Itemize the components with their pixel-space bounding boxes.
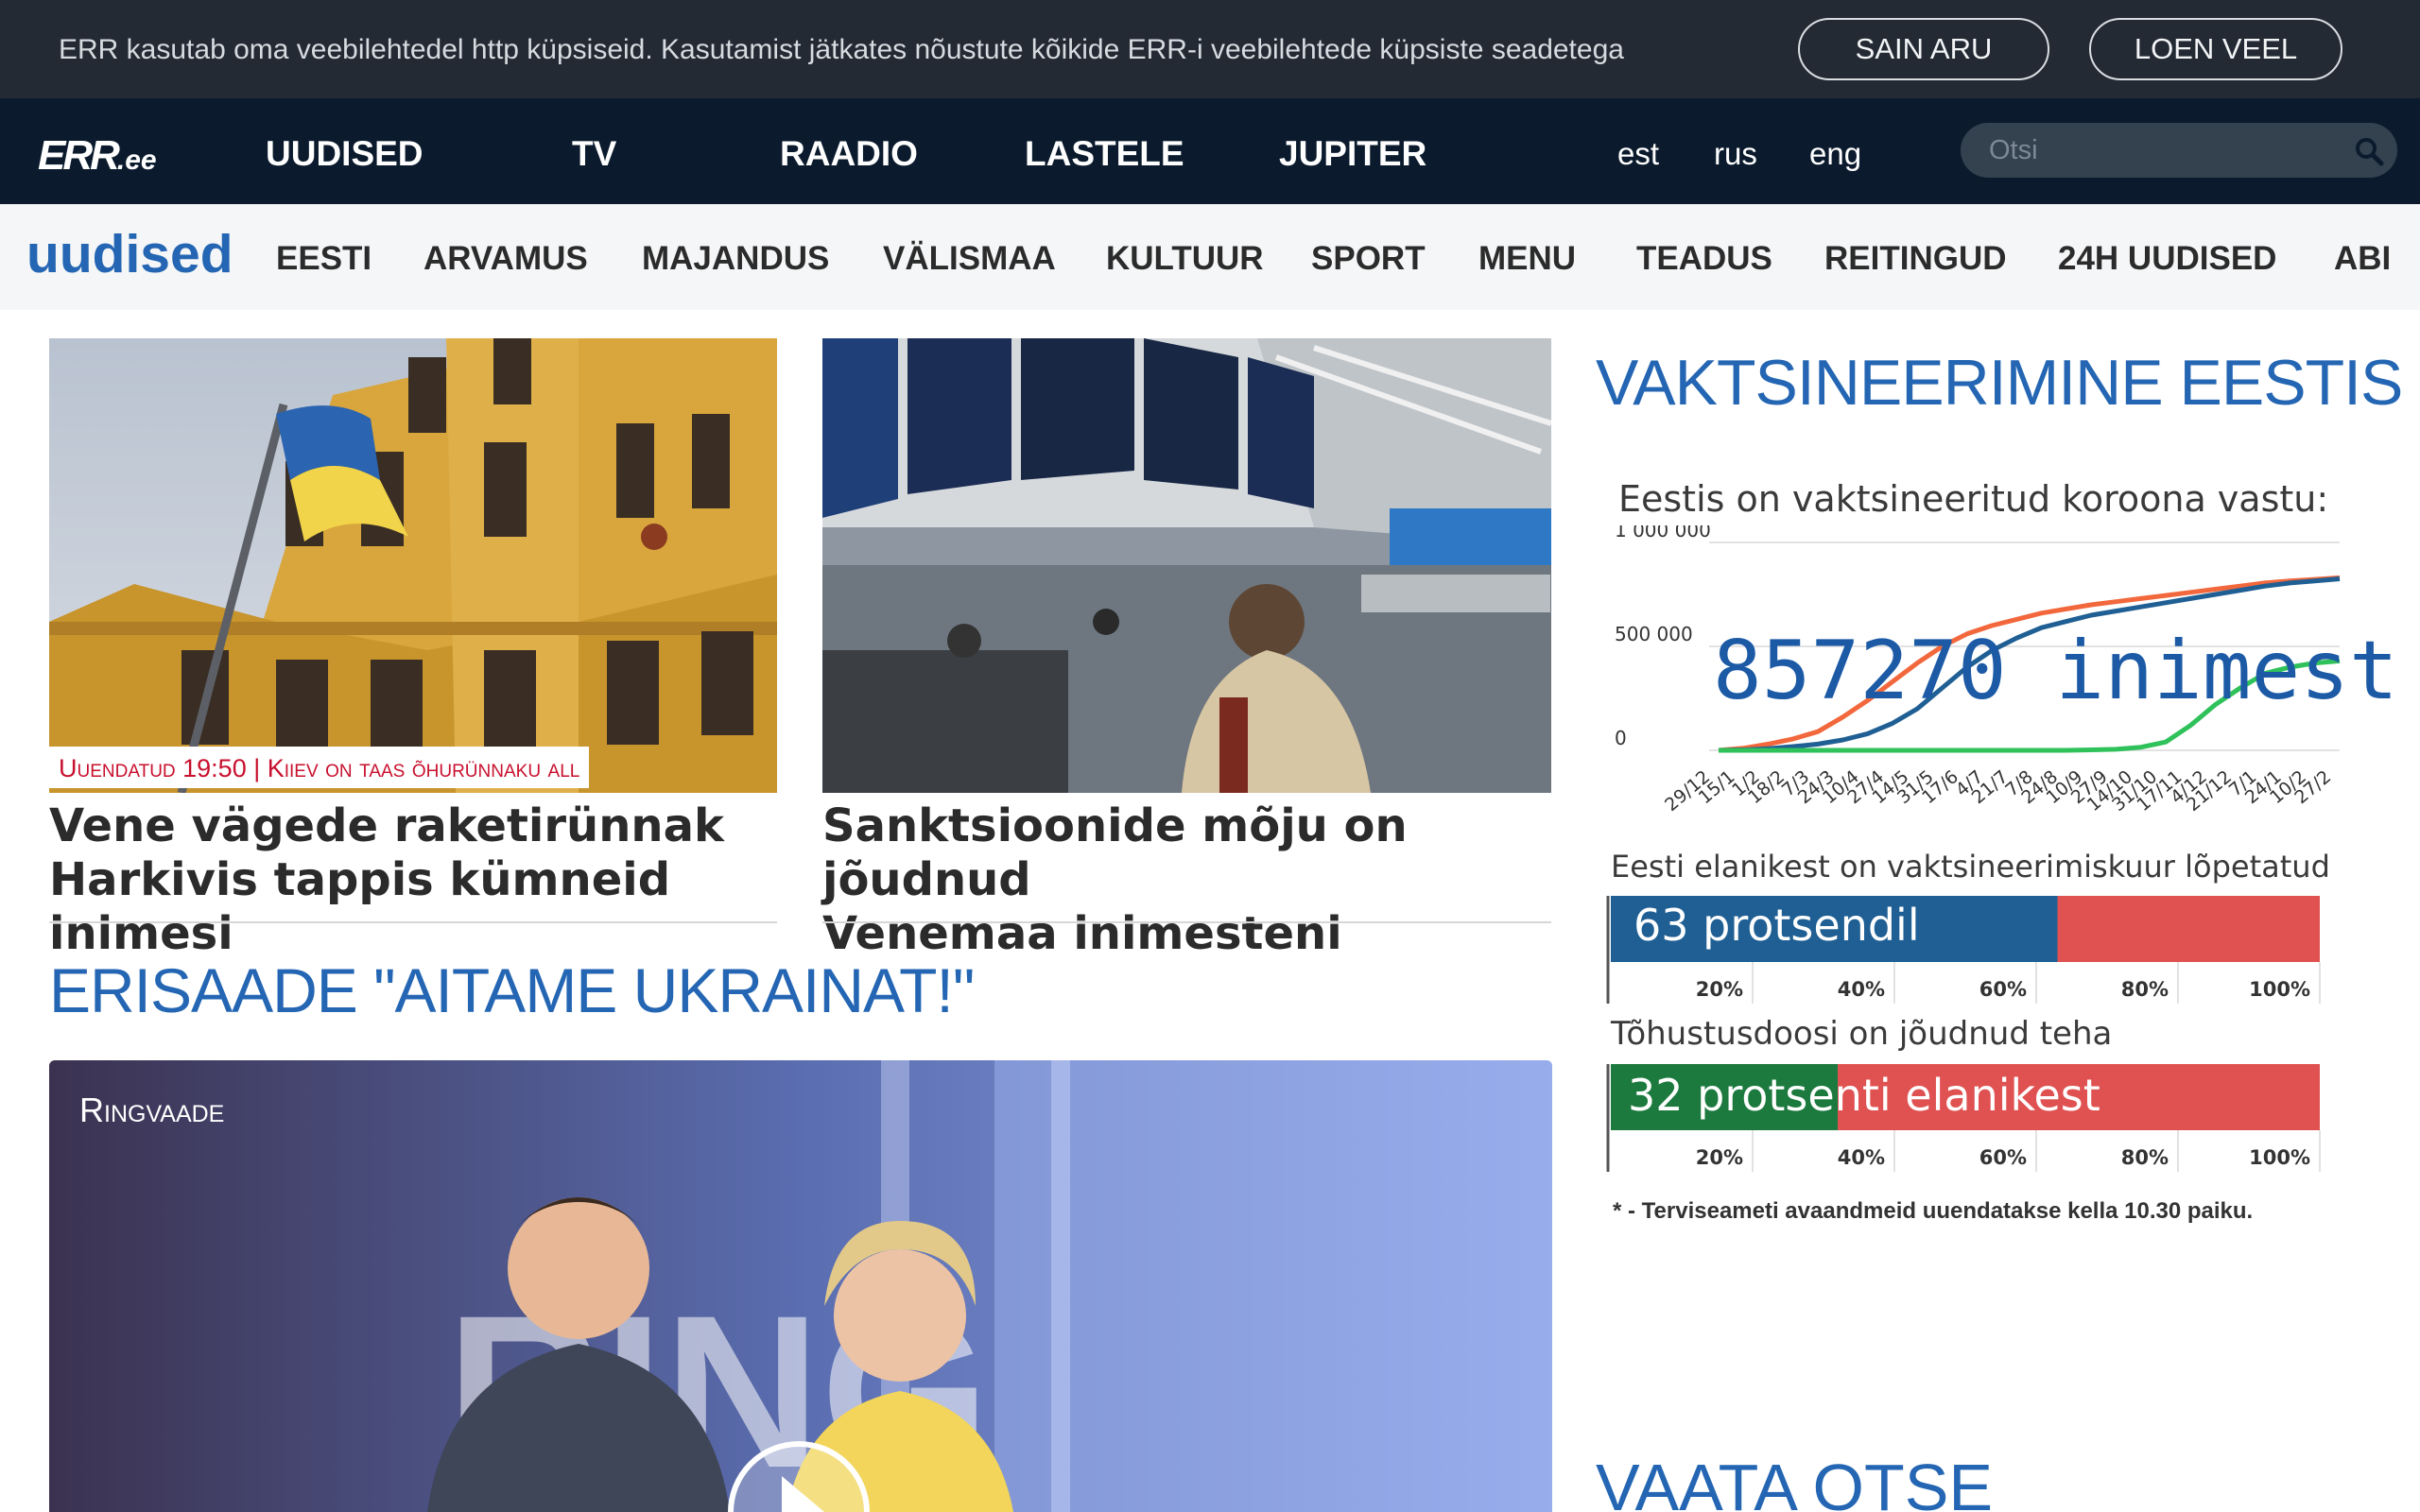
section-item-sport[interactable]: SPORT: [1311, 240, 1426, 278]
search-input[interactable]: [1989, 132, 2329, 168]
bar-tick-label: 60%: [1979, 978, 2027, 1001]
vaccination-subtitle: Eestis on vaktsineeritud koroona vastu:: [1618, 478, 2329, 520]
video-player-ringvaade[interactable]: RING Ringvaade: [49, 1060, 1552, 1512]
main-navigation: ERR.ee UUDISED TV RAADIO LASTELE JUPITER…: [0, 98, 2420, 204]
cookie-message: ERR kasutab oma veebilehtedel http küpsi…: [59, 34, 1624, 65]
headline-line-1: Sanktsioonide mõju on jõudnud: [822, 799, 1408, 906]
vaccinated-total: 857270 inimest: [1713, 624, 2398, 718]
bar-tick-label: 40%: [1838, 1146, 1885, 1169]
section-item-valismaa[interactable]: VÄLISMAA: [883, 240, 1056, 278]
special-section-title[interactable]: ERISAADE "AITAME UKRAINAT!": [49, 954, 975, 1026]
vaccination-title: VAKTSINEERIMINE EESTIS: [1596, 347, 2403, 419]
section-navigation: uudised EESTI ARVAMUS MAJANDUS VÄLISMAA …: [0, 204, 2420, 310]
err-logo[interactable]: ERR.ee: [38, 132, 157, 180]
nav-item-raadio[interactable]: RAADIO: [780, 134, 918, 174]
section-item-majandus[interactable]: MAJANDUS: [642, 240, 829, 278]
cookie-read-more-button[interactable]: LOEN VEEL: [2089, 18, 2342, 80]
completed-bar-text: 63 protsendil: [1634, 900, 1920, 951]
completed-label: Eesti elanikest on vaktsineerimiskuur lõ…: [1611, 849, 2330, 885]
article-update-tag: Uuendatud 19:50 | Kiiev on taas õhurünna…: [49, 747, 590, 788]
bar-tick-label: 20%: [1696, 978, 1743, 1001]
nav-item-lastele[interactable]: LASTELE: [1025, 134, 1184, 174]
search-icon[interactable]: [2354, 136, 2384, 166]
live-section-title[interactable]: VAATA OTSE: [1596, 1450, 1993, 1512]
nav-item-jupiter[interactable]: JUPITER: [1279, 134, 1426, 174]
search-box: [1961, 123, 2397, 178]
headline-line-1: Vene vägede raketirünnak: [49, 799, 724, 852]
y-tick-label: 500 000: [1615, 623, 1693, 645]
bar-tick-label: 20%: [1696, 1146, 1743, 1169]
section-item-abi[interactable]: ABI: [2334, 240, 2391, 278]
bar-tick-label: 100%: [2249, 1146, 2310, 1169]
booster-bar-text: 32 protsenti elanikest: [1628, 1070, 2100, 1121]
headline-line-2: Harkivis tappis kümneid inimesi: [49, 853, 671, 960]
article-divider: [822, 921, 1551, 923]
section-brand[interactable]: uudised: [26, 223, 233, 285]
article-image-harkiv[interactable]: [49, 338, 777, 793]
nav-item-uudised[interactable]: UUDISED: [266, 134, 424, 174]
logo-suffix: .ee: [116, 145, 157, 176]
bar-tick-label: 80%: [2121, 978, 2169, 1001]
y-tick-label: 1 000 000: [1615, 525, 1711, 541]
booster-label: Tõhustusdoosi on jõudnud teha: [1611, 1015, 2113, 1053]
article-headline-sanctions[interactable]: Sanktsioonide mõju on jõudnud Venemaa in…: [822, 799, 1551, 961]
article-headline-harkiv[interactable]: Vene vägede raketirünnak Harkivis tappis…: [49, 799, 777, 961]
lang-est[interactable]: est: [1617, 136, 1659, 172]
data-update-note: * - Terviseameti avaandmeid uuendatakse …: [1613, 1198, 2254, 1224]
section-item-menu[interactable]: MENU: [1478, 240, 1576, 278]
section-item-teadus[interactable]: TEADUS: [1636, 240, 1772, 278]
lang-eng[interactable]: eng: [1809, 136, 1861, 172]
bar-tick-label: 100%: [2249, 978, 2310, 1001]
section-item-kultuur[interactable]: KULTUUR: [1106, 240, 1264, 278]
headline-line-2: Venemaa inimesteni: [822, 907, 1342, 960]
bar-tick-label: 40%: [1838, 978, 1885, 1001]
section-item-24h-uudised[interactable]: 24H UUDISED: [2058, 240, 2276, 278]
bar-tick-label: 60%: [1979, 1146, 2027, 1169]
article-image-airport[interactable]: [822, 338, 1551, 793]
section-item-arvamus[interactable]: ARVAMUS: [424, 240, 588, 278]
bar-tick-label: 80%: [2121, 1146, 2169, 1169]
section-item-eesti[interactable]: EESTI: [276, 240, 372, 278]
section-item-reitingud[interactable]: REITINGUD: [1824, 240, 2007, 278]
cookie-banner: ERR kasutab oma veebilehtedel http küpsi…: [0, 0, 2420, 98]
lang-rus[interactable]: rus: [1714, 136, 1757, 172]
nav-item-tv[interactable]: TV: [572, 134, 616, 174]
logo-main: ERR: [38, 132, 120, 179]
cookie-accept-button[interactable]: SAIN ARU: [1798, 18, 2049, 80]
y-tick-label: 0: [1615, 727, 1627, 749]
article-divider: [49, 921, 777, 923]
video-label: Ringvaade: [79, 1091, 225, 1129]
